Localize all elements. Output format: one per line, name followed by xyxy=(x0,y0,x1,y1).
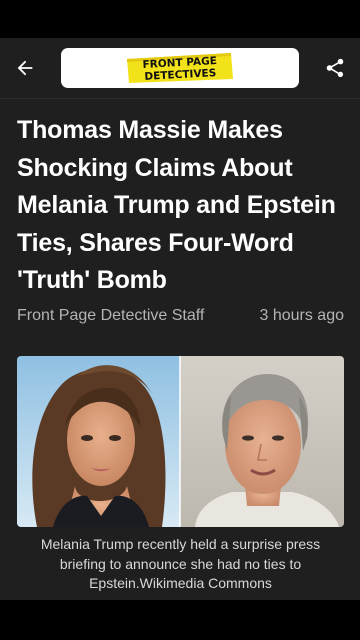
share-icon xyxy=(326,58,344,78)
hero-image-graphic xyxy=(17,356,344,527)
site-logo[interactable]: FRONT PAGE DETECTIVES xyxy=(61,48,299,88)
front-page-detectives-logo: FRONT PAGE DETECTIVES xyxy=(127,53,233,83)
status-bar xyxy=(0,0,360,38)
byline-row: Front Page Detective Staff 3 hours ago xyxy=(17,307,344,331)
article-hero-image[interactable] xyxy=(17,356,344,527)
article-author[interactable]: Front Page Detective Staff xyxy=(17,307,204,325)
article-body: Thomas Massie Makes Shocking Claims Abou… xyxy=(0,98,360,600)
melania-photo xyxy=(17,356,180,527)
back-button[interactable] xyxy=(10,53,40,83)
share-button[interactable] xyxy=(320,53,350,83)
epstein-photo xyxy=(180,356,344,527)
arrow-left-icon xyxy=(17,60,33,76)
top-toolbar: FRONT PAGE DETECTIVES xyxy=(0,38,360,98)
article-headline: Thomas Massie Makes Shocking Claims Abou… xyxy=(17,116,336,295)
logo-line2: DETECTIVES xyxy=(144,67,216,83)
article-time: 3 hours ago xyxy=(259,307,344,324)
image-caption: Melania Trump recently held a surprise p… xyxy=(40,536,321,591)
app-screen: FRONT PAGE DETECTIVES Thomas Massie Make… xyxy=(0,0,360,640)
navigation-bar xyxy=(0,600,360,640)
